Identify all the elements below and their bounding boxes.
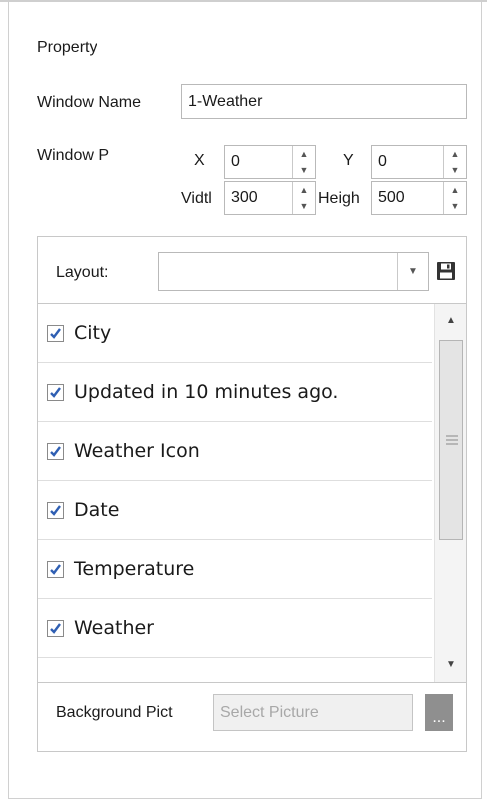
list-item-partial[interactable] [38,658,432,682]
scrollbar[interactable]: ▲ ▼ [434,304,466,682]
checkbox[interactable] [47,324,64,342]
list-item-label: City [74,322,112,344]
list-item-label: Date [74,499,120,521]
save-icon[interactable] [436,261,456,281]
list-item-label: Weather Icon [74,440,200,462]
window-name-label: Window Name [37,94,142,111]
list-item[interactable]: Weather [38,599,432,658]
down-arrow-icon[interactable]: ▼ [293,162,315,178]
x-label: X [194,152,205,169]
background-picture-label: Background Pict [56,704,173,721]
list-item[interactable]: Temperature [38,540,432,599]
height-value: 500 [378,189,405,206]
background-picture-placeholder: Select Picture [220,704,319,721]
panel-title: Property [37,39,98,56]
window-name-input[interactable]: 1-Weather [181,84,467,119]
y-value: 0 [378,153,387,170]
list-item[interactable]: Weather Icon [38,422,432,481]
up-arrow-icon[interactable]: ▲ [444,146,466,162]
checkbox[interactable] [47,383,64,401]
field-list: City Updated in 10 minutes ago. Weather … [38,303,466,683]
y-stepper[interactable]: 0 ▲ ▼ [371,145,467,179]
list-item-label: Temperature [74,558,195,580]
checkbox[interactable] [47,619,64,637]
width-stepper-arrows: ▲ ▼ [292,182,315,214]
height-stepper[interactable]: 500 ▲ ▼ [371,181,467,215]
y-stepper-arrows: ▲ ▼ [443,146,466,178]
list-item[interactable]: Date [38,481,432,540]
height-stepper-arrows: ▲ ▼ [443,182,466,214]
x-stepper-arrows: ▲ ▼ [292,146,315,178]
checkbox[interactable] [47,560,64,578]
background-picture-input[interactable]: Select Picture [213,694,413,731]
checkbox[interactable] [47,501,64,519]
y-label: Y [343,152,354,169]
layout-select[interactable]: ▼ [158,252,429,291]
window-position-label: Window P [37,147,110,164]
list-item-label: Updated in 10 minutes ago. [74,381,339,403]
width-label: Vidtl [181,190,212,207]
checkbox[interactable] [47,442,64,460]
up-arrow-icon[interactable]: ▲ [444,182,466,198]
list-item-label: Weather [74,617,154,639]
scroll-up-icon[interactable]: ▲ [435,310,466,330]
down-arrow-icon[interactable]: ▼ [293,198,315,214]
browse-button-label: ... [432,709,446,726]
up-arrow-icon[interactable]: ▲ [293,146,315,162]
x-stepper[interactable]: 0 ▲ ▼ [224,145,316,179]
down-arrow-icon[interactable]: ▼ [444,162,466,178]
layout-label: Layout: [56,264,109,281]
window-name-value: 1-Weather [188,92,263,110]
layout-dropdown-button[interactable]: ▼ [397,253,428,290]
list-item[interactable]: City [38,304,432,363]
browse-button[interactable]: ... [425,694,453,731]
width-stepper[interactable]: 300 ▲ ▼ [224,181,316,215]
down-arrow-icon[interactable]: ▼ [444,198,466,214]
x-value: 0 [231,153,240,170]
up-arrow-icon[interactable]: ▲ [293,182,315,198]
list-item[interactable]: Updated in 10 minutes ago. [38,363,432,422]
chevron-down-icon: ▼ [408,266,418,277]
scroll-down-icon[interactable]: ▼ [435,654,466,674]
layout-group: Layout: ▼ City Updated in 10 minutes ago… [37,236,467,752]
width-value: 300 [231,189,258,206]
grip-icon [446,435,458,445]
height-label: Heigh [318,190,360,207]
scrollbar-thumb[interactable] [439,340,463,540]
